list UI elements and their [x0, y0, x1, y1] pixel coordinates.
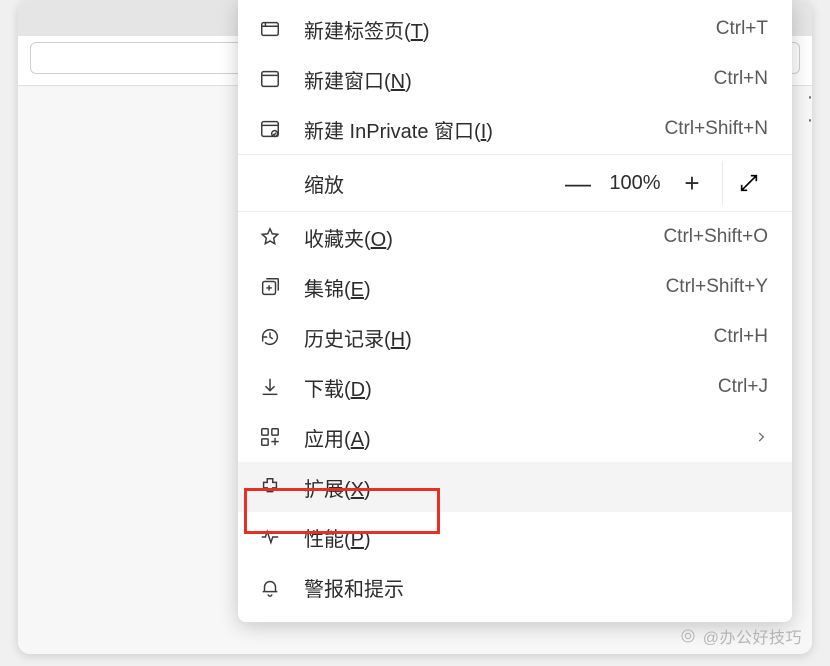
zoom-spacer: [256, 169, 284, 197]
menu-item-collections[interactable]: 集锦(E) Ctrl+Shift+Y: [238, 262, 792, 312]
menu-item-label: 警报和提示: [304, 573, 768, 602]
performance-icon: [256, 523, 284, 551]
favorites-icon: [256, 223, 284, 251]
zoom-label: 缩放: [304, 169, 556, 198]
menu-item-new-window[interactable]: 新建窗口(N) Ctrl+N: [238, 54, 792, 104]
menu-item-extensions[interactable]: 扩展(X): [238, 462, 792, 512]
collections-icon: [256, 273, 284, 301]
fullscreen-button[interactable]: [722, 161, 774, 205]
menu-item-shortcut: Ctrl+H: [714, 326, 768, 348]
menu-item-label: 收藏夹(O): [304, 223, 663, 252]
extensions-icon: [256, 473, 284, 501]
menu-item-new-tab[interactable]: 新建标签页(T) Ctrl+T: [238, 4, 792, 54]
menu-item-apps[interactable]: 应用(A): [238, 412, 792, 462]
menu-item-label: 下载(D): [304, 373, 718, 402]
menu-item-shortcut: Ctrl+J: [718, 376, 768, 398]
new-tab-icon: [256, 15, 284, 43]
zoom-in-button[interactable]: +: [670, 161, 714, 205]
menu-item-shortcut: Ctrl+Shift+O: [663, 226, 768, 248]
menu-item-favorites[interactable]: 收藏夹(O) Ctrl+Shift+O: [238, 212, 792, 262]
menu-item-label: 集锦(E): [304, 273, 666, 302]
new-window-icon: [256, 65, 284, 93]
fullscreen-icon: [738, 172, 760, 194]
menu-item-shortcut: Ctrl+Shift+N: [665, 118, 768, 140]
menu-item-shortcut: Ctrl+T: [716, 18, 768, 40]
overflow-indicator: ··: [798, 86, 822, 132]
history-icon: [256, 323, 284, 351]
settings-menu: 新建标签页(T) Ctrl+T 新建窗口(N) Ctrl+N 新建 InPriv…: [238, 0, 792, 622]
menu-item-label: 应用(A): [304, 423, 754, 452]
menu-item-label: 扩展(X): [304, 473, 768, 502]
menu-item-label: 新建标签页(T): [304, 15, 716, 44]
inprivate-icon: [256, 115, 284, 143]
menu-item-label: 新建窗口(N): [304, 65, 714, 94]
menu-item-performance[interactable]: 性能(P): [238, 512, 792, 562]
apps-icon: [256, 423, 284, 451]
menu-item-shortcut: Ctrl+N: [714, 68, 768, 90]
zoom-row: 缩放 — 100% +: [238, 154, 792, 212]
downloads-icon: [256, 373, 284, 401]
chevron-right-icon: [754, 430, 768, 444]
zoom-percent: 100%: [600, 172, 670, 195]
menu-item-history[interactable]: 历史记录(H) Ctrl+H: [238, 312, 792, 362]
menu-item-alerts[interactable]: 警报和提示: [238, 562, 792, 612]
menu-item-inprivate-window[interactable]: 新建 InPrivate 窗口(I) Ctrl+Shift+N: [238, 104, 792, 154]
menu-item-label: 新建 InPrivate 窗口(I): [304, 115, 665, 144]
zoom-out-button[interactable]: —: [556, 161, 600, 205]
menu-item-shortcut: Ctrl+Shift+Y: [666, 276, 768, 298]
watermark-icon: [679, 627, 697, 645]
watermark-text: @办公好技巧: [703, 624, 802, 648]
alerts-icon: [256, 573, 284, 601]
menu-item-label: 性能(P): [304, 523, 768, 552]
menu-item-label: 历史记录(H): [304, 323, 714, 352]
menu-item-downloads[interactable]: 下载(D) Ctrl+J: [238, 362, 792, 412]
watermark: @办公好技巧: [679, 624, 802, 648]
